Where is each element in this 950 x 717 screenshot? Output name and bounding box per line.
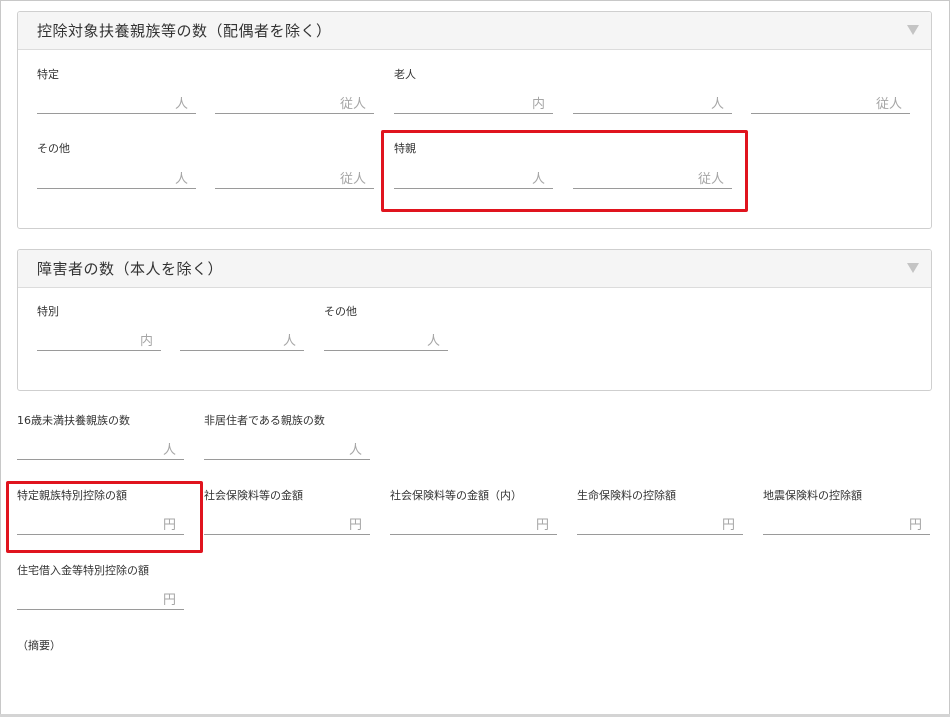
tokubetsu-label: 特別 <box>37 305 59 318</box>
nonresident-unit: 人 <box>348 443 362 458</box>
life-insurance-unit: 円 <box>721 518 735 533</box>
tokushin-cohabit-input[interactable]: 従人 <box>573 166 732 189</box>
tokushin-count-unit: 人 <box>531 172 545 187</box>
tokubetsu-count-input[interactable]: 人 <box>180 328 304 351</box>
social-insurance-unit: 円 <box>348 518 362 533</box>
rojin-count-input[interactable]: 人 <box>573 91 732 114</box>
life-insurance-label: 生命保険料の控除額 <box>577 489 676 502</box>
social-insurance-input[interactable]: 円 <box>204 512 370 535</box>
rojin-inner-input[interactable]: 内 <box>394 91 553 114</box>
sonota-cohabit-input[interactable]: 従人 <box>215 166 374 189</box>
tokushin-cohabit-unit: 従人 <box>697 172 724 187</box>
social-insurance-inner-input[interactable]: 円 <box>390 512 557 535</box>
special-spouse-unit: 円 <box>162 518 176 533</box>
earthquake-insurance-label: 地震保険料の控除額 <box>763 489 862 502</box>
earthquake-insurance-input[interactable]: 円 <box>763 512 930 535</box>
earthquake-insurance-unit: 円 <box>908 518 922 533</box>
under16-label: 16歳未満扶養親族の数 <box>17 414 130 427</box>
life-insurance-input[interactable]: 円 <box>577 512 743 535</box>
disabled-sonota-unit: 人 <box>426 334 440 349</box>
disabled-panel: 障害者の数（本人を除く） <box>17 249 932 391</box>
tokutei-cohabit-input[interactable]: 従人 <box>215 91 374 114</box>
rojin-cohabit-unit: 従人 <box>875 97 902 112</box>
housing-loan-unit: 円 <box>162 593 176 608</box>
tokutei-cohabit-unit: 従人 <box>339 97 366 112</box>
under16-unit: 人 <box>162 443 176 458</box>
disabled-panel-header[interactable]: 障害者の数（本人を除く） <box>18 250 931 288</box>
disabled-sonota-input[interactable]: 人 <box>324 328 448 351</box>
nonresident-input[interactable]: 人 <box>204 437 370 460</box>
sonota-count-unit: 人 <box>174 172 188 187</box>
sonota-cohabit-unit: 従人 <box>339 172 366 187</box>
tokubetsu-inner-input[interactable]: 内 <box>37 328 161 351</box>
tokushin-count-input[interactable]: 人 <box>394 166 553 189</box>
rojin-label: 老人 <box>394 68 416 81</box>
tokushin-label: 特親 <box>394 142 416 155</box>
rojin-cohabit-input[interactable]: 従人 <box>751 91 910 114</box>
tokutei-count-input[interactable]: 人 <box>37 91 196 114</box>
social-insurance-inner-unit: 円 <box>535 518 549 533</box>
disabled-sonota-label: その他 <box>324 305 357 318</box>
sonota-label: その他 <box>37 142 70 155</box>
tokubetsu-inner-unit: 内 <box>139 334 153 349</box>
sonota-count-input[interactable]: 人 <box>37 166 196 189</box>
tokubetsu-count-unit: 人 <box>282 334 296 349</box>
special-spouse-label: 特定親族特別控除の額 <box>17 489 127 502</box>
rojin-inner-unit: 内 <box>531 97 545 112</box>
dependents-panel: 控除対象扶養親族等の数（配偶者を除く） <box>17 11 932 229</box>
collapse-triangle-icon[interactable] <box>907 25 919 35</box>
dependents-panel-header[interactable]: 控除対象扶養親族等の数（配偶者を除く） <box>18 12 931 50</box>
nonresident-label: 非居住者である親族の数 <box>204 414 325 427</box>
dependents-panel-title: 控除対象扶養親族等の数（配偶者を除く） <box>37 22 332 40</box>
social-insurance-label: 社会保険料等の金額 <box>204 489 303 502</box>
tokutei-count-unit: 人 <box>174 97 188 112</box>
collapse-triangle-icon[interactable] <box>907 263 919 273</box>
under16-input[interactable]: 人 <box>17 437 184 460</box>
rojin-count-unit: 人 <box>710 97 724 112</box>
social-insurance-inner-label: 社会保険料等の金額（内） <box>390 489 522 502</box>
summary-label: （摘要） <box>17 639 61 652</box>
disabled-panel-title: 障害者の数（本人を除く） <box>37 260 224 278</box>
housing-loan-label: 住宅借入金等特別控除の額 <box>17 564 149 577</box>
housing-loan-input[interactable]: 円 <box>17 587 184 610</box>
special-spouse-input[interactable]: 円 <box>17 512 184 535</box>
tokutei-label: 特定 <box>37 68 59 81</box>
